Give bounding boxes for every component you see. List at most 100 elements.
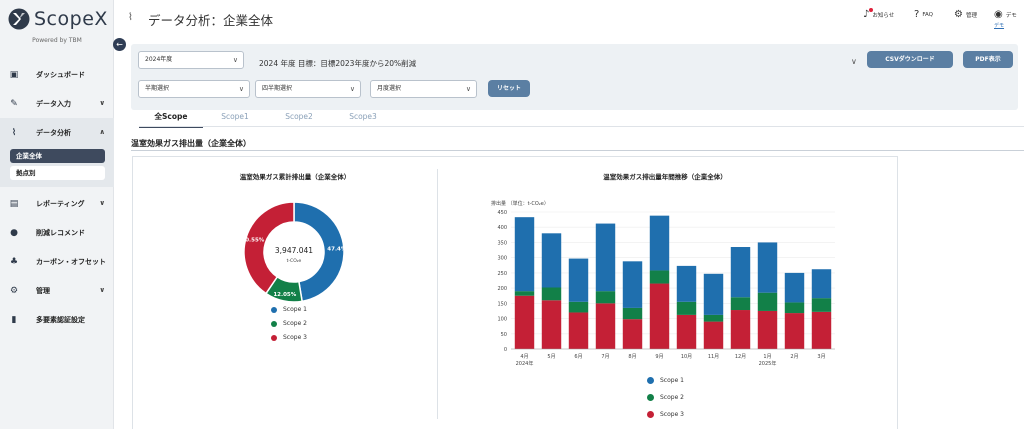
y-tick-label: 400 bbox=[497, 225, 507, 231]
sidebar-item-data-input[interactable]: ✎ データ入力 ∨ bbox=[0, 89, 114, 118]
bar-scope2-8[interactable] bbox=[703, 314, 724, 322]
bar-scope3-4[interactable] bbox=[595, 303, 616, 349]
bar-scope1-2[interactable] bbox=[541, 233, 562, 288]
donut-legend-scope1[interactable]: Scope 1 bbox=[271, 306, 307, 313]
bar-scope2-9[interactable] bbox=[730, 297, 751, 311]
bar-scope1-5[interactable] bbox=[622, 261, 643, 308]
legend-dot-scope2 bbox=[271, 320, 277, 327]
brand-logo[interactable]: ScopeX bbox=[8, 8, 108, 30]
bar-legend-scope2[interactable]: Scope 2 bbox=[647, 394, 684, 401]
sidebar-item-dashboard[interactable]: ▣ ダッシュボード bbox=[0, 60, 114, 89]
bar-scope1-6[interactable] bbox=[649, 215, 670, 271]
sidebar-subitem-by-site[interactable]: 拠点別 bbox=[10, 166, 105, 180]
bar-scope3-3[interactable] bbox=[568, 312, 589, 349]
bar-scope1-9[interactable] bbox=[730, 247, 751, 298]
sidebar-item-admin[interactable]: ⚙ 管理 ∨ bbox=[0, 276, 114, 305]
notifications-button[interactable]: ♪ お知らせ bbox=[863, 8, 894, 20]
sidebar-item-data-analysis[interactable]: ⌇ データ分析 ∧ bbox=[0, 118, 114, 147]
bar-scope2-11[interactable] bbox=[784, 302, 805, 314]
donut-legend-scope2[interactable]: Scope 2 bbox=[271, 320, 307, 327]
user-link[interactable]: デモ bbox=[994, 22, 1004, 29]
quarter-select-value: 四半期選択 bbox=[262, 85, 293, 92]
bar-scope2-10[interactable] bbox=[757, 292, 778, 311]
line-chart-icon: ⌇ bbox=[128, 12, 133, 23]
legend-label: Scope 1 bbox=[283, 306, 308, 313]
arrow-left-icon: ← bbox=[116, 40, 123, 49]
legend-label: Scope 3 bbox=[660, 411, 685, 418]
bar-scope2-3[interactable] bbox=[568, 301, 589, 313]
pencil-icon: ✎ bbox=[10, 98, 18, 109]
annual-goal-text: 2024 年度 目標：目標2023年度から20%削減 bbox=[259, 59, 417, 68]
bar-scope1-3[interactable] bbox=[568, 258, 589, 302]
y-tick-label: 0 bbox=[504, 347, 507, 353]
bar-scope3-8[interactable] bbox=[703, 321, 724, 349]
bar-scope3-2[interactable] bbox=[541, 300, 562, 349]
x-tick-label: 11月 bbox=[708, 354, 719, 360]
bar-scope2-2[interactable] bbox=[541, 287, 562, 301]
user-menu[interactable]: ◉ デモ bbox=[994, 9, 1017, 20]
stacked-bar-chart: 排出量 （単位：t-CO₂e） 0 50 100 150 200 250 300 350 400 4… bbox=[491, 200, 835, 367]
bar-legend-scope1[interactable]: Scope 1 bbox=[647, 377, 684, 384]
year-select[interactable]: 2024年度 ∨ bbox=[138, 51, 244, 69]
bar-scope1-7[interactable] bbox=[676, 265, 697, 302]
faq-button[interactable]: ? FAQ bbox=[914, 9, 933, 20]
x-tick-label: 6月 bbox=[574, 354, 582, 360]
bar-scope3-1[interactable] bbox=[514, 295, 535, 349]
sidebar-item-label: データ分析 bbox=[36, 128, 71, 137]
x-tick-label: 2月 bbox=[790, 354, 798, 360]
plant-icon: ♣ bbox=[9, 256, 19, 267]
donut-chart-title: 温室効果ガス累計排出量（企業全体） bbox=[239, 173, 351, 181]
bar-scope1-12[interactable] bbox=[811, 269, 832, 299]
bar-scope3-5[interactable] bbox=[622, 319, 643, 349]
donut-center-value: 3,947.041 bbox=[275, 246, 313, 255]
sidebar-collapse-button[interactable]: ← bbox=[113, 38, 126, 51]
bar-scope2-12[interactable] bbox=[811, 298, 832, 312]
bar-legend-scope3[interactable]: Scope 3 bbox=[647, 411, 684, 418]
donut-slice-label: 40.55% bbox=[241, 237, 264, 243]
bar-scope2-1[interactable] bbox=[514, 291, 535, 296]
reset-button[interactable]: リセット bbox=[488, 80, 530, 97]
pdf-view-button[interactable]: PDF表示 bbox=[963, 51, 1013, 68]
bar-scope3-6[interactable] bbox=[649, 283, 670, 349]
bar-scope1-4[interactable] bbox=[595, 223, 616, 292]
bar-scope2-7[interactable] bbox=[676, 301, 697, 315]
bar-scope2-4[interactable] bbox=[595, 291, 616, 304]
bar-scope3-12[interactable] bbox=[811, 311, 832, 349]
question-icon: ? bbox=[914, 9, 920, 20]
bar-scope2-6[interactable] bbox=[649, 270, 670, 284]
chevron-down-icon: ∨ bbox=[349, 85, 355, 93]
chevron-down-icon[interactable]: ∨ bbox=[851, 57, 857, 66]
donut-legend-scope3[interactable]: Scope 3 bbox=[271, 334, 307, 341]
sidebar-item-mfa[interactable]: ▮ 多要素認証設定 bbox=[0, 305, 114, 334]
sidebar-item-reporting[interactable]: ▤ レポーティング ∨ bbox=[0, 189, 114, 218]
half-select[interactable]: 半期選択 ∨ bbox=[138, 80, 250, 98]
admin-button[interactable]: ⚙ 管理 bbox=[954, 9, 977, 20]
main-content: 2024年度 ∨ 2024 年度 目標：目標2023年度から20%削減 ∨ CS… bbox=[125, 38, 1024, 429]
sidebar-item-reduction-recommend[interactable]: ● 削減レコメンド bbox=[0, 218, 114, 247]
legend-dot-scope1 bbox=[647, 377, 654, 384]
bar-scope2-5[interactable] bbox=[622, 307, 643, 320]
x-tick-label: 12月 bbox=[735, 354, 746, 360]
sidebar-group-analysis: ⌇ データ分析 ∧ 企業全体 拠点別 bbox=[0, 118, 114, 187]
line-chart-icon: ⌇ bbox=[11, 127, 17, 138]
legend-dot-scope2 bbox=[647, 394, 654, 401]
quarter-select[interactable]: 四半期選択 ∨ bbox=[255, 80, 361, 98]
y-tick-label: 50 bbox=[501, 332, 507, 338]
csv-download-button[interactable]: CSVダウンロード bbox=[867, 51, 953, 68]
x-tick-label: 10月 bbox=[681, 354, 692, 360]
bar-scope1-10[interactable] bbox=[757, 242, 778, 293]
y-tick-label: 150 bbox=[497, 301, 507, 307]
bar-scope1-11[interactable] bbox=[784, 272, 805, 303]
brand-name: ScopeX bbox=[34, 8, 108, 30]
bar-scope3-10[interactable] bbox=[757, 310, 778, 349]
chevron-down-icon: ∨ bbox=[99, 286, 105, 294]
month-select[interactable]: 月度選択 ∨ bbox=[370, 80, 477, 98]
bar-scope1-1[interactable] bbox=[514, 217, 535, 292]
bar-scope3-7[interactable] bbox=[676, 314, 697, 349]
bar-scope3-11[interactable] bbox=[784, 313, 805, 349]
sidebar-subitem-company-wide[interactable]: 企業全体 bbox=[10, 149, 105, 163]
sidebar-item-carbon-offset[interactable]: ♣ カーボン・オフセット bbox=[0, 247, 114, 276]
page-title: データ分析：企業全体 bbox=[148, 13, 274, 28]
bar-scope1-8[interactable] bbox=[703, 273, 724, 315]
bar-scope3-9[interactable] bbox=[730, 310, 751, 349]
